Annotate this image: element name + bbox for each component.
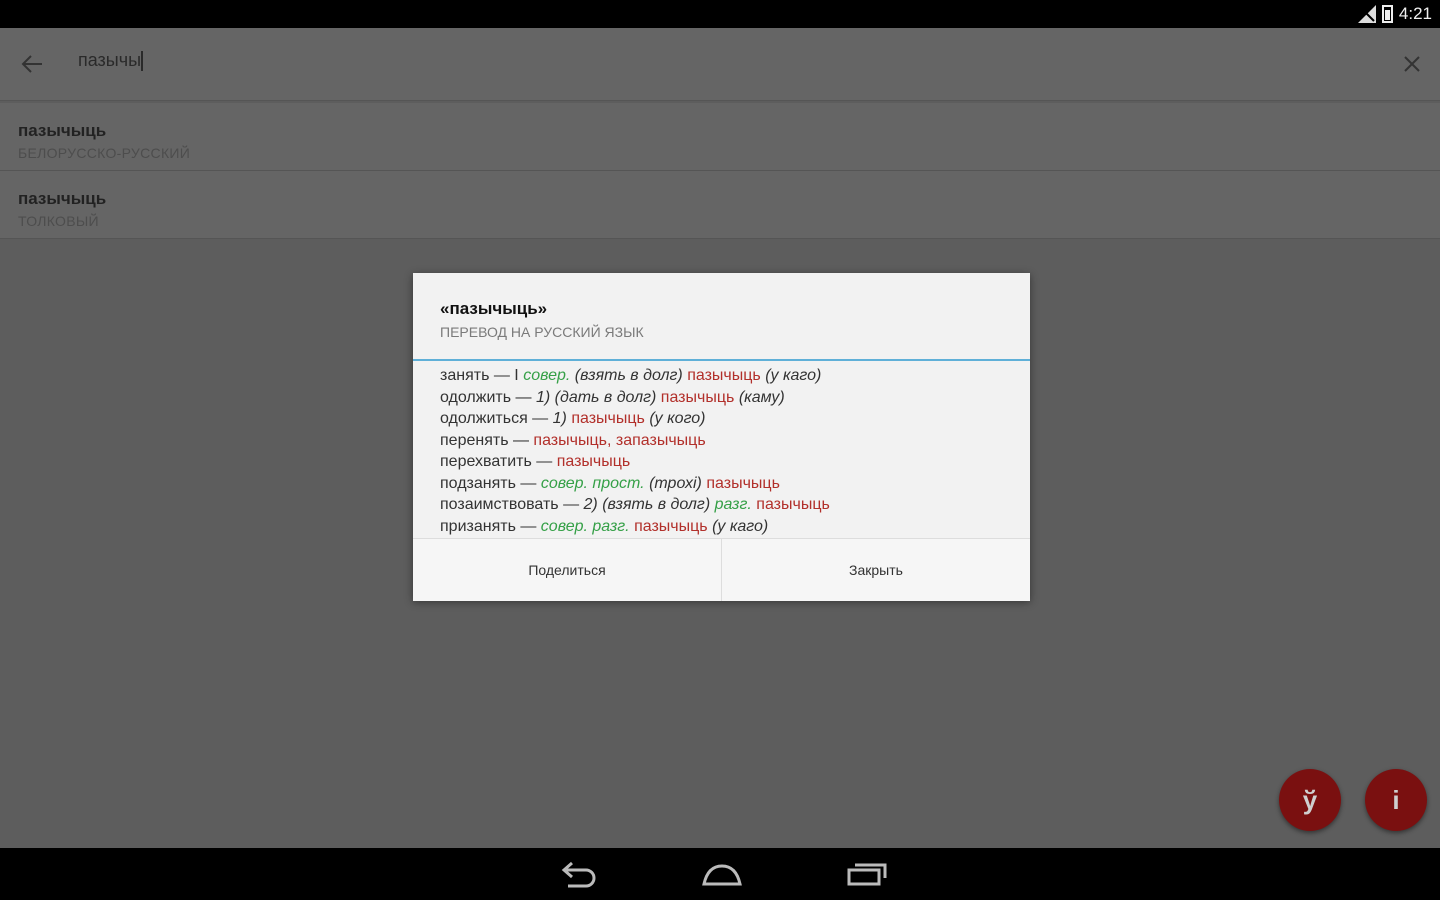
- entry-translation: пазычыць: [756, 496, 830, 513]
- search-bar: пазычы: [0, 28, 1440, 101]
- entry-term: позаимствовать —: [440, 496, 580, 513]
- entry-num: 1): [535, 388, 551, 406]
- entry-term: одолжиться —: [440, 410, 549, 427]
- entry-translation: пазычыць: [687, 367, 761, 384]
- suggestion-item[interactable]: пазычыць БЕЛОРУССКО-РУССКИЙ: [0, 103, 1440, 171]
- status-icons: 4:21: [1357, 3, 1432, 25]
- dialog-subtitle: ПЕРЕВОД НА РУССКИЙ ЯЗЫК: [440, 324, 644, 340]
- back-nav-icon[interactable]: [556, 858, 600, 890]
- entry-term: занять —: [440, 367, 510, 384]
- entry-translation: пазычыць, запазычыць: [533, 431, 706, 449]
- search-input[interactable]: пазычы: [78, 50, 678, 78]
- status-bar: 4:21: [0, 0, 1440, 28]
- entry-label: совер. разг.: [540, 517, 630, 535]
- entry-term: одолжить —: [440, 388, 532, 406]
- entry-extra: (у кого): [649, 410, 706, 427]
- share-button[interactable]: Поделиться: [413, 539, 721, 601]
- translation-entry: призанять — совер. разг. пазычыць (у каг…: [440, 516, 1020, 538]
- entry-extra: (у каго): [765, 367, 822, 384]
- entry-translation: пазычыць: [660, 388, 735, 406]
- clear-search-icon[interactable]: [1398, 50, 1426, 78]
- signal-icon: [1357, 5, 1376, 23]
- close-button[interactable]: Закрыть: [721, 539, 1030, 601]
- suggestion-dictionary: БЕЛОРУССКО-РУССКИЙ: [18, 145, 191, 161]
- suggestion-item[interactable]: пазычыць ТОЛКОВЫЙ: [0, 171, 1440, 239]
- entry-term: призанять —: [440, 517, 537, 535]
- battery-icon: [1381, 5, 1393, 23]
- translation-entry: одолжить — 1) (дать в долг) пазычыць (ка…: [440, 387, 1020, 409]
- translation-entry: позаимствовать — 2) (взять в долг) разг.…: [440, 494, 1020, 516]
- entry-note: (трохі): [649, 474, 702, 492]
- translation-entry: перехватить — пазычыць: [440, 451, 1020, 473]
- navigation-bar: [0, 848, 1440, 900]
- entry-extra: (у каго): [712, 517, 769, 535]
- entry-term: перехватить —: [440, 453, 553, 470]
- entry-label: совер. прост.: [540, 474, 645, 492]
- entry-num: 1): [552, 410, 567, 427]
- entry-translation: пазычыць: [706, 474, 780, 492]
- dialog-buttons: Поделиться Закрыть: [413, 538, 1030, 601]
- entry-term: перенять —: [440, 431, 529, 449]
- insert-u-short-button[interactable]: ў: [1279, 769, 1341, 831]
- entry-label: совер.: [523, 367, 571, 384]
- translation-entry: одолжиться — 1) пазычыць (у кого): [440, 408, 1020, 430]
- translation-entry: перенять — пазычыць, запазычыць: [440, 430, 1020, 452]
- translation-entry: занять — I совер. (взять в долг) пазычыц…: [440, 365, 1020, 387]
- suggestion-word: пазычыць: [18, 189, 107, 208]
- status-time: 4:21: [1398, 4, 1432, 23]
- translation-dialog: «пазычыць» ПЕРЕВОД НА РУССКИЙ ЯЗЫК занят…: [413, 273, 1030, 601]
- dialog-body: занять — I совер. (взять в долг) пазычыц…: [440, 365, 1020, 537]
- translation-entry: подзанять — совер. прост. (трохі) пазычы…: [440, 473, 1020, 495]
- insert-i-button[interactable]: і: [1365, 769, 1427, 831]
- entry-note: (взять в долг): [602, 496, 711, 513]
- suggestion-dictionary: ТОЛКОВЫЙ: [18, 213, 99, 229]
- dialog-header: «пазычыць» ПЕРЕВОД НА РУССКИЙ ЯЗЫК: [413, 273, 1030, 361]
- search-input-value: пазычы: [78, 50, 142, 70]
- entry-translation: пазычыць: [571, 410, 645, 427]
- suggestion-word: пазычыць: [18, 121, 107, 140]
- entry-num: I: [514, 367, 519, 384]
- entry-note: (дать в долг): [554, 388, 657, 406]
- entry-note: (взять в долг): [574, 367, 683, 384]
- dialog-title: «пазычыць»: [440, 299, 548, 318]
- entry-extra: (каму): [738, 388, 785, 406]
- back-arrow-icon[interactable]: [18, 50, 48, 78]
- entry-term: подзанять —: [440, 474, 537, 492]
- entry-translation: пазычыць: [556, 453, 631, 470]
- text-caret: [141, 51, 144, 72]
- entry-label: разг.: [714, 496, 752, 513]
- home-nav-icon[interactable]: [700, 858, 744, 890]
- recent-apps-icon[interactable]: [845, 858, 889, 890]
- entry-num: 2): [583, 496, 598, 513]
- entry-translation: пазычыць: [634, 517, 708, 535]
